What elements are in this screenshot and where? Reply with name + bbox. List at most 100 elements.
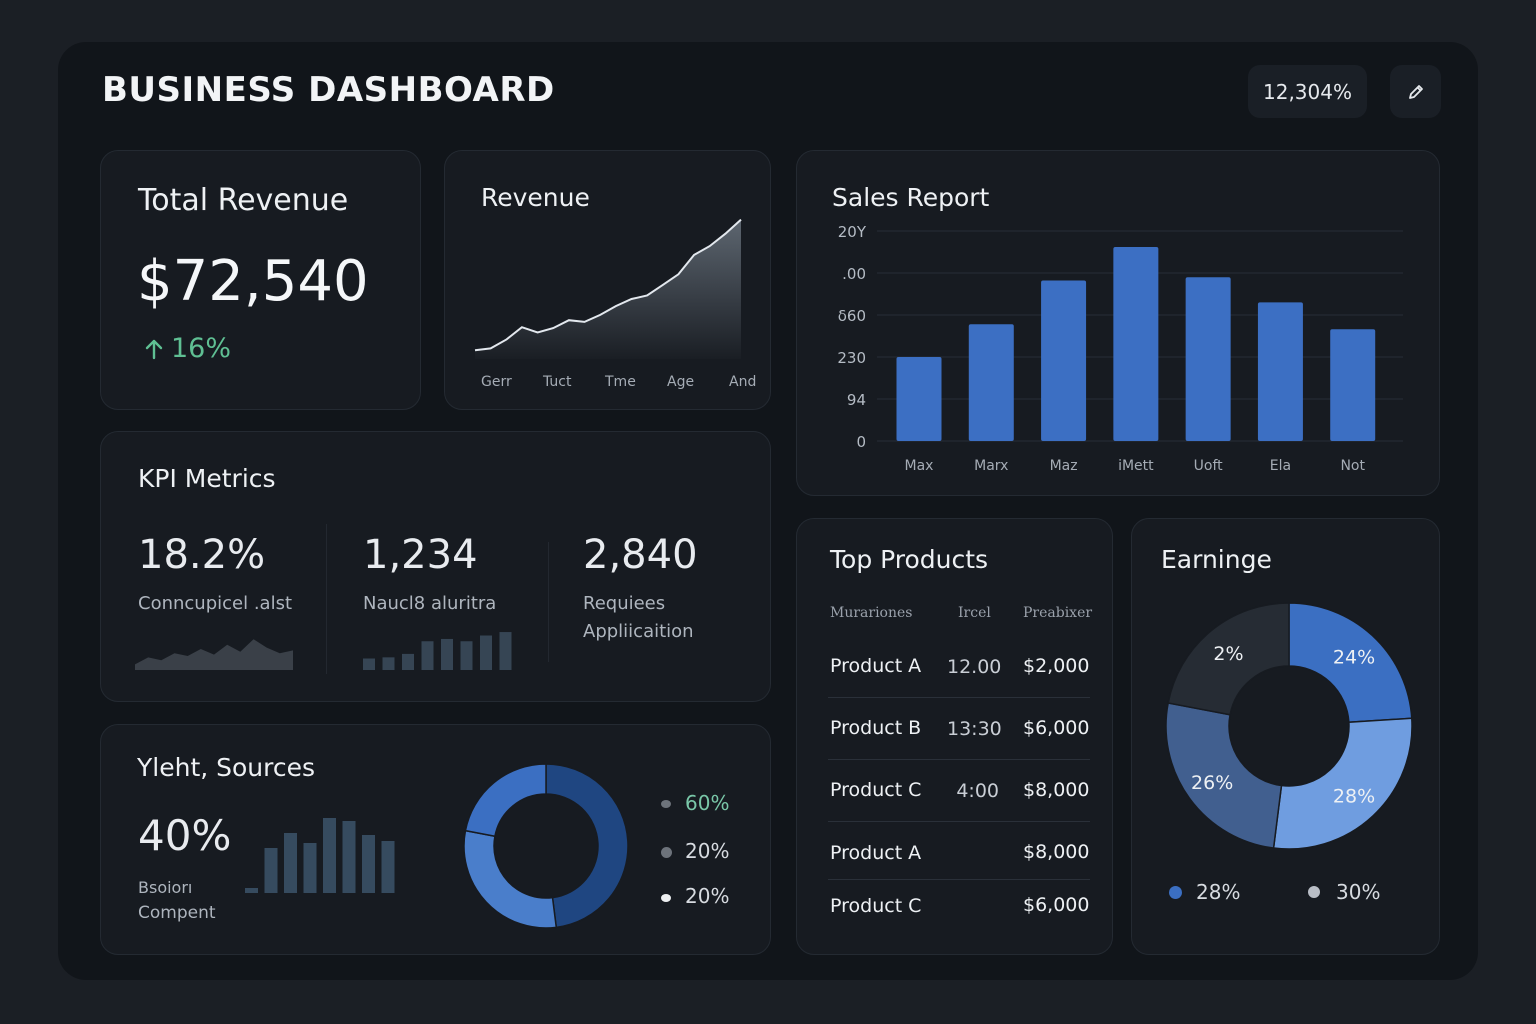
sales-bar[interactable]: [1185, 277, 1231, 441]
earnings-donut-slice-label: 28%: [1333, 785, 1375, 807]
earnings-donut-chart: 24% 28% 26% 2%: [1165, 602, 1412, 849]
table-row-4-name[interactable]: Product A: [830, 842, 921, 864]
yield-sources-card: Yleht, Sources 40% Bsoiorı Compent 60% 2…: [100, 724, 771, 955]
table-row-1-amount: $2,000: [1023, 655, 1090, 677]
yield-legend-dot-2: [661, 847, 672, 858]
sales-x-label: Marx: [974, 458, 1008, 474]
sales-x-label: Uoft: [1194, 458, 1223, 474]
sales-y-tick: .00: [842, 265, 866, 283]
kpi-mini-bar: [382, 657, 395, 670]
table-row-3-amount: $8,000: [1023, 779, 1090, 801]
sales-y-tick: 0: [856, 433, 866, 451]
earnings-legend-dot-2: [1308, 886, 1320, 898]
yield-bar-chart: [245, 818, 395, 893]
revenue-chart-title: Revenue: [481, 183, 590, 212]
revenue-x-label: Gerr: [481, 374, 512, 390]
earnings-title: Earninge: [1161, 545, 1272, 574]
kpi-divider-1: [326, 524, 327, 674]
sales-x-label: Not: [1340, 458, 1365, 474]
table-row-3-qty: 4:00: [956, 780, 999, 802]
sales-x-label: iMett: [1118, 458, 1154, 474]
kpi-mini-bar: [460, 641, 473, 670]
yield-bar: [342, 821, 356, 893]
table-row-2-name[interactable]: Product B: [830, 717, 921, 739]
table-row-5-name[interactable]: Product C: [830, 895, 921, 917]
table-header-2: Ircel: [958, 605, 991, 621]
yield-donut-slice[interactable]: [463, 829, 558, 929]
page-title: BUSINESS DASHBOARD: [102, 70, 555, 110]
earnings-donut-slice[interactable]: [1272, 717, 1412, 849]
earnings-donut-slice-label: 26%: [1191, 772, 1233, 794]
kpi-metrics-card: KPI Metrics 18.2% Conncupicel .alst 1,23…: [100, 431, 771, 702]
sales-y-tick: 94: [847, 391, 866, 409]
total-revenue-value: $72,540: [137, 249, 369, 314]
kpi-sparkline-area: [135, 639, 293, 670]
pencil-icon: [1408, 84, 1423, 99]
top-products-card: Top Products Murariones Ircel Preabixer …: [796, 518, 1113, 955]
sales-y-tick: 230: [837, 349, 866, 367]
kpi-mini-bar: [499, 632, 512, 670]
sales-bar[interactable]: [1041, 280, 1087, 441]
yield-sources-value: 40%: [138, 811, 232, 860]
revenue-change: 16%: [145, 333, 231, 364]
sales-bar[interactable]: [896, 357, 942, 441]
total-revenue-title: Total Revenue: [138, 183, 349, 218]
revenue-chart-card: Revenue Gerr Tuct Tme Age And: [444, 150, 771, 410]
revenue-x-label: Age: [667, 374, 695, 390]
table-row-1-name[interactable]: Product A: [830, 655, 921, 677]
sales-bar[interactable]: [1257, 302, 1303, 441]
total-revenue-card: Total Revenue $72,540 16%: [100, 150, 421, 410]
sales-bar[interactable]: [968, 324, 1014, 441]
kpi-label-2: Naucl8 aluritra: [363, 593, 497, 614]
top-products-title: Top Products: [830, 545, 989, 574]
earnings-legend-dot-1: [1169, 886, 1182, 899]
yield-legend-label-2: 20%: [685, 839, 730, 863]
kpi-mini-bar: [480, 635, 492, 670]
kpi-value-2: 1,234: [363, 532, 478, 578]
earnings-card: Earninge 24% 28% 26% 2% 28% 30%: [1131, 518, 1440, 955]
yield-legend-label-1: 60%: [685, 791, 730, 815]
yield-donut-slice[interactable]: [464, 763, 547, 838]
earnings-legend-label-2: 30%: [1336, 880, 1381, 904]
table-row-1-qty: 12.00: [947, 656, 1002, 678]
table-row-3-name[interactable]: Product C: [830, 779, 921, 801]
stat-pill[interactable]: 12,304%: [1248, 65, 1367, 118]
kpi-sparkline: [135, 639, 293, 670]
earnings-donut-slice-label: 24%: [1333, 647, 1375, 669]
table-row-5-amount: $6,000: [1023, 894, 1090, 916]
sales-x-label: Max: [905, 458, 934, 474]
kpi-title: KPI Metrics: [138, 464, 276, 493]
revenue-x-label: And: [729, 374, 757, 390]
yield-sources-label-1: Bsoiorı: [138, 878, 193, 897]
yield-bar: [362, 835, 375, 893]
yield-sources-label-2: Compent: [138, 903, 216, 923]
kpi-mini-bar: [402, 653, 414, 670]
kpi-value-3: 2,840: [583, 532, 698, 578]
yield-bar: [303, 843, 317, 893]
kpi-label-3b: Appliicaition: [583, 621, 694, 642]
table-header-1: Murariones: [830, 605, 913, 621]
sales-bar[interactable]: [1330, 329, 1376, 441]
yield-bar: [264, 848, 278, 893]
kpi-mini-bar-chart: [363, 632, 512, 670]
sales-x-label: Ela: [1270, 458, 1291, 474]
yield-donut-slice[interactable]: [545, 763, 629, 929]
revenue-x-label: Tuct: [543, 374, 572, 390]
earnings-legend-label-1: 28%: [1196, 880, 1241, 904]
table-row-2-amount: $6,000: [1023, 717, 1090, 739]
table-header-3: Preabixer: [1023, 605, 1093, 621]
table-divider-2: [828, 759, 1090, 760]
table-divider-1: [828, 697, 1090, 698]
yield-donut-chart: [463, 763, 629, 929]
earnings-donut-slice-label: 2%: [1213, 643, 1243, 665]
sales-y-tick: δ60: [838, 307, 866, 325]
sales-bar[interactable]: [1113, 246, 1159, 441]
table-divider-3: [828, 821, 1090, 822]
sales-y-tick: 20Y: [838, 223, 867, 241]
table-row-2-qty: 13:30: [947, 718, 1002, 740]
kpi-mini-bar: [363, 658, 375, 670]
edit-button[interactable]: [1390, 65, 1441, 118]
sales-bar-chart: 0 94 230 δ60 .00 20Y Max Marx Maz iMett Uoft Ela Not: [837, 223, 1403, 474]
revenue-change-value: 16%: [171, 333, 232, 364]
arrow-up-icon: [145, 339, 163, 359]
